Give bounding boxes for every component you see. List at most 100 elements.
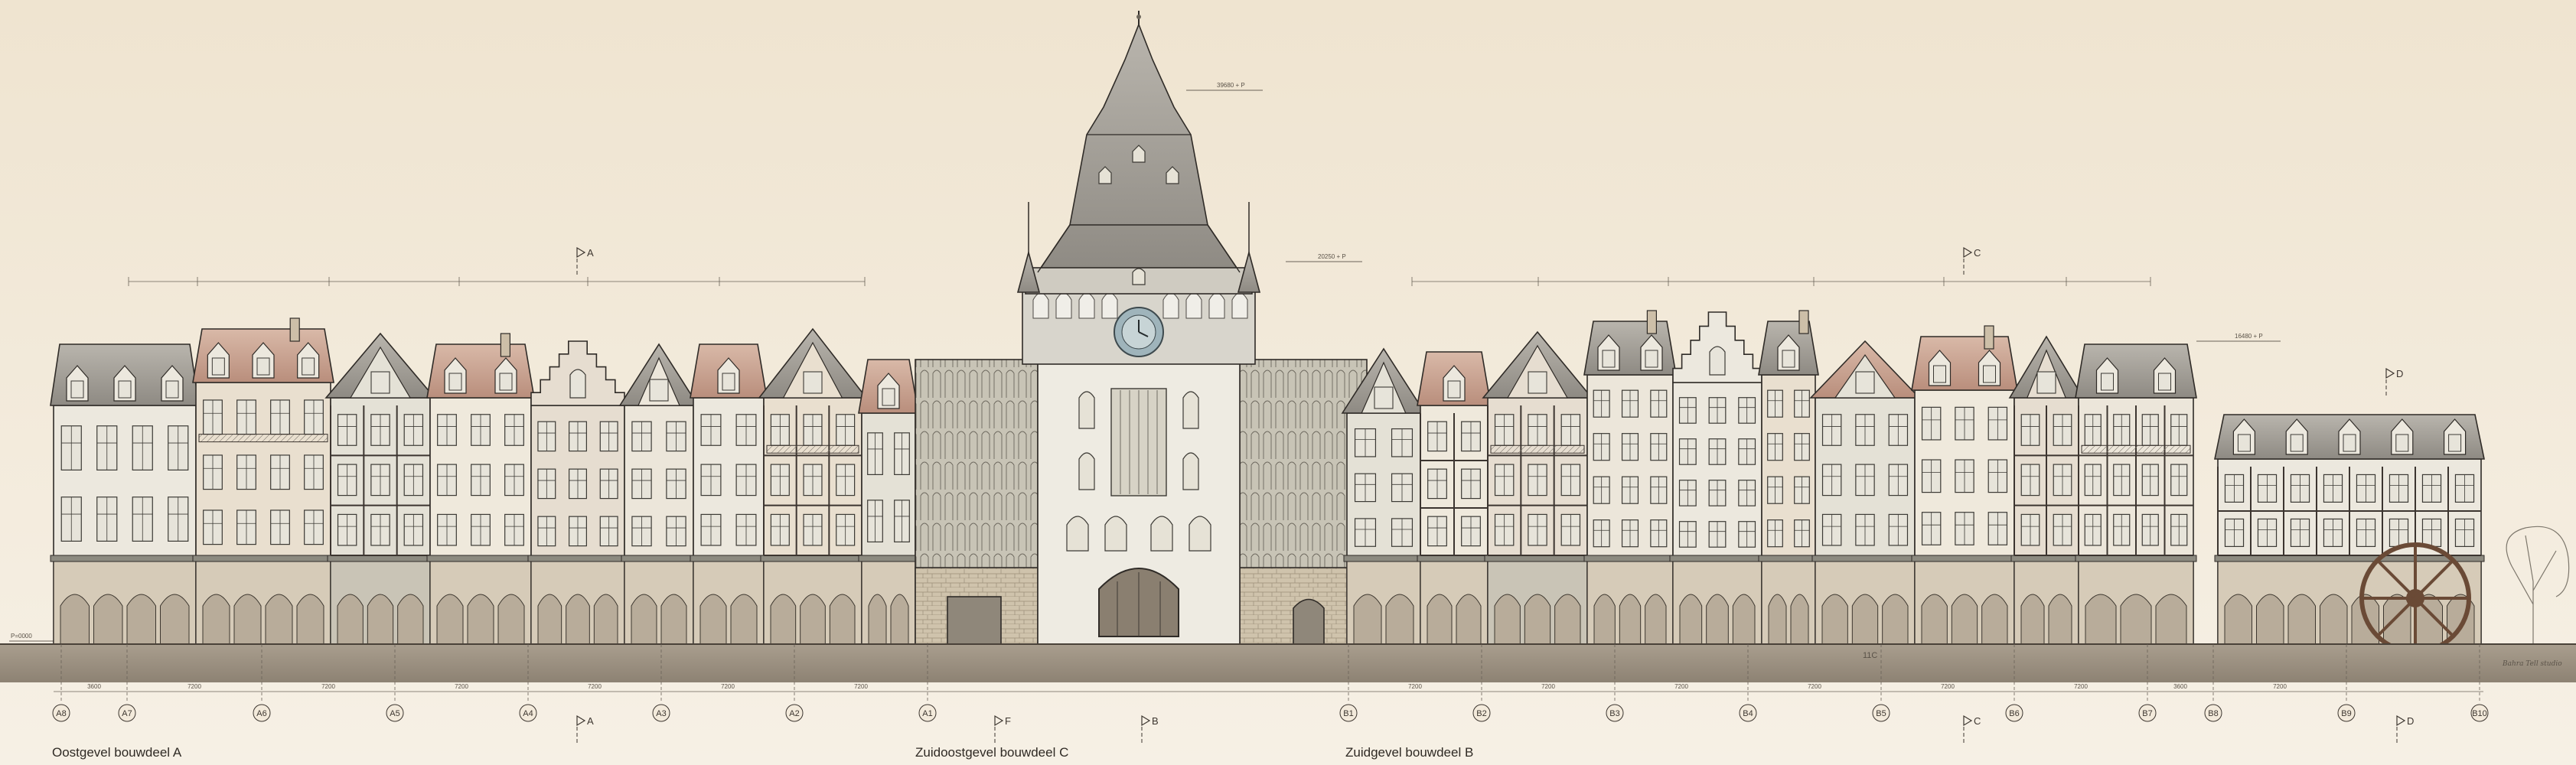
shop-arch — [367, 594, 394, 645]
shop-cornice — [2214, 555, 2485, 562]
shop-arch — [2120, 594, 2152, 645]
dormer-window — [2290, 434, 2304, 452]
dimension-text: 3600 — [2173, 683, 2187, 690]
shop-cornice — [1484, 555, 1591, 562]
townhouse-8 — [858, 359, 919, 645]
shop-arch — [770, 594, 797, 645]
hall-door-left — [947, 596, 1002, 645]
shop-arch — [1385, 594, 1414, 645]
dimension-text: 7200 — [1808, 683, 1821, 690]
dormer-window — [118, 380, 132, 399]
dormer-window — [499, 373, 513, 391]
shop-cornice — [2010, 555, 2082, 562]
ground-strip — [0, 644, 2576, 682]
dormer-window — [211, 357, 225, 376]
shop-cornice — [1911, 555, 2018, 562]
shop-arch — [1524, 594, 1551, 645]
center-code-label: 11C — [1863, 651, 1877, 660]
townhouse-6 — [690, 343, 768, 645]
townhouse-30 — [2214, 414, 2485, 645]
shop-cornice — [690, 555, 768, 562]
balcony-rail — [766, 444, 859, 454]
dormer-window — [165, 380, 179, 399]
shop-arch — [2048, 594, 2072, 645]
section-marker-label: D — [2407, 715, 2414, 727]
dormer-window — [1645, 350, 1658, 368]
dormer-window — [2101, 373, 2114, 391]
shop-cornice — [1417, 555, 1492, 562]
shop-arch — [2320, 594, 2348, 645]
gable-window — [1528, 371, 1547, 394]
gable-window — [803, 371, 823, 394]
dormer-window — [70, 380, 84, 399]
gable-window — [649, 379, 669, 402]
section-marker-label: C — [1974, 247, 1981, 259]
shop-arch — [2287, 594, 2316, 645]
shop-arch — [660, 594, 687, 645]
townhouse-26 — [1809, 340, 1921, 645]
shop-cornice — [192, 555, 334, 562]
shop-cornice — [327, 555, 434, 562]
shop-cornice — [760, 555, 866, 562]
axis-label: B6 — [2009, 709, 2019, 718]
shop-arch — [60, 594, 90, 645]
dimension-text: 7200 — [854, 683, 868, 690]
shop-arch — [2085, 594, 2117, 645]
axis-label: A1 — [922, 709, 932, 718]
dormer-window — [2237, 434, 2251, 452]
dormer-window — [882, 388, 895, 406]
artist-signature: Bahra Tell studio — [2502, 660, 2562, 668]
section-title-a: Oostgevel bouwdeel A — [52, 745, 182, 760]
dormer-window — [2395, 434, 2409, 452]
dormer-window — [302, 357, 315, 376]
axis-label: B4 — [1743, 709, 1753, 718]
axis-label: B7 — [2142, 709, 2152, 718]
shop-arch — [2155, 594, 2187, 645]
shop-arch — [537, 594, 562, 645]
shop-cornice — [426, 555, 535, 562]
section-marker-label: A — [587, 247, 594, 259]
shop-arch — [202, 594, 230, 645]
dimension-text: 7200 — [1674, 683, 1688, 690]
shop-cornice — [1583, 555, 1677, 562]
townhouse-22 — [1482, 330, 1593, 645]
shop-arch — [126, 594, 156, 645]
axis-label: B8 — [2208, 709, 2218, 718]
hall-door-right — [1293, 598, 1325, 645]
townhouse-20 — [1341, 347, 1427, 645]
section-title-c: Zuidoostgevel bouwdeel C — [915, 745, 1068, 760]
townhouse-3 — [426, 333, 535, 645]
axis-label: A7 — [122, 709, 132, 718]
facade-elevation: 39680 + P 20250 + P 16480 + P P=0000 11C… — [0, 0, 2576, 765]
shop-arch — [467, 594, 494, 645]
dimension-text: 7200 — [1541, 683, 1555, 690]
shop-arch — [1706, 594, 1729, 645]
shop-arch — [233, 594, 262, 645]
gable-window — [1709, 346, 1726, 376]
axis-label: B9 — [2341, 709, 2351, 718]
shop-arch — [1821, 594, 1848, 645]
axis-label: B1 — [1343, 709, 1353, 718]
axis-label: A5 — [390, 709, 399, 718]
shop-arch — [1732, 594, 1756, 645]
section-marker-label: B — [1152, 715, 1159, 727]
axis-label: B2 — [1476, 709, 1486, 718]
shop-arch — [1353, 594, 1382, 645]
shop-arch — [1790, 594, 1809, 645]
shop-arch — [829, 594, 856, 645]
dormer-window — [2343, 434, 2356, 452]
balcony-rail — [198, 434, 328, 443]
shop-arch — [397, 594, 424, 645]
shop-arch — [160, 594, 190, 645]
shop-arch — [1951, 594, 1978, 645]
section-marker-label: A — [587, 715, 594, 727]
shop-arch — [2383, 594, 2411, 645]
shop-arch — [2256, 594, 2284, 645]
shop-arch — [730, 594, 758, 645]
shop-cornice — [1669, 555, 1766, 562]
townhouse-21 — [1417, 351, 1492, 645]
townhouse-24 — [1669, 311, 1766, 645]
axis-label: B5 — [1876, 709, 1886, 718]
dimension-text: 3600 — [87, 683, 101, 690]
shop-cornice — [1343, 555, 1424, 562]
